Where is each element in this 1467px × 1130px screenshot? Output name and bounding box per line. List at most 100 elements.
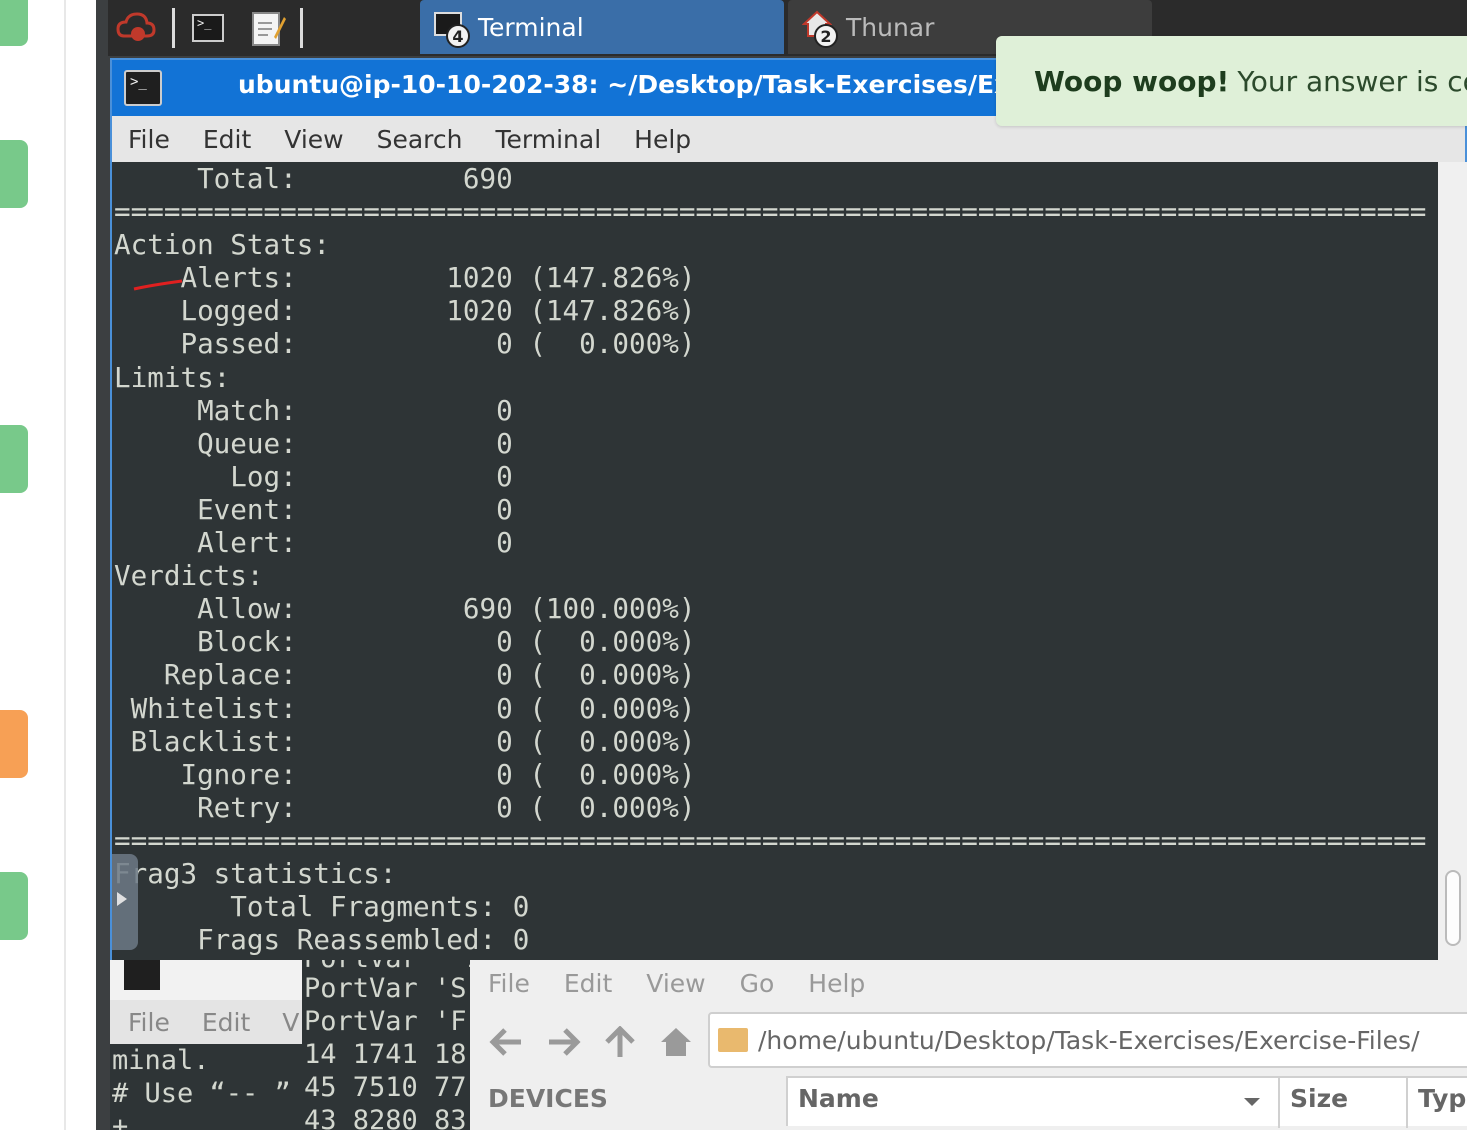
terminal-window-title: ubuntu@ip-10-10-202-38: ~/Desktop/Task-E…: [238, 70, 1106, 99]
panel-separator: [172, 8, 175, 48]
file-list-header: Name Size Typ: [786, 1076, 1467, 1128]
sort-descending-icon: [1244, 1098, 1260, 1106]
terminal-line: Whitelist: 0 ( 0.000%): [114, 691, 696, 725]
file-manager-menubar: File Edit View Go Help: [470, 960, 899, 1006]
column-separator: [1278, 1078, 1280, 1128]
terminal-launcher-icon[interactable]: >_: [186, 6, 230, 50]
column-name[interactable]: Name: [798, 1084, 879, 1113]
terminal-line: Ignore: 0 ( 0.000%): [114, 757, 696, 791]
taskbar-terminal-button[interactable]: 4 Terminal: [420, 0, 784, 54]
terminal-line: Log: 0: [114, 459, 513, 493]
background-terminal-menubar: File Edit V: [110, 1000, 304, 1044]
menu-file[interactable]: File: [488, 969, 530, 998]
terminal-line: Verdicts:: [114, 559, 264, 593]
terminal-app-icon: [124, 960, 160, 990]
output-line: 43 8280 83: [304, 1105, 467, 1130]
success-notification: Woop woop! Your answer is corre: [996, 36, 1467, 126]
menu-search[interactable]: Search: [377, 125, 463, 154]
terminal-line: Event: 0: [114, 492, 513, 526]
location-path: /home/ubuntu/Desktop/Task-Exercises/Exer…: [758, 1025, 1420, 1055]
terminal-line: ========================================…: [114, 823, 1427, 857]
background-terminal-window-2[interactable]: PortVar 'I PortVar 'SPortVar 'F14 1741 1…: [302, 960, 470, 1130]
terminal-line: Block: 0 ( 0.000%): [114, 625, 696, 659]
notification-strong-text: Woop woop!: [1034, 64, 1230, 98]
terminal-line: Alerts: 1020 (147.826%): [114, 261, 696, 295]
output-line: 45 7510 77: [304, 1072, 467, 1103]
side-panel-handle[interactable]: [112, 854, 138, 950]
window-count-badge: 4: [446, 24, 470, 48]
terminal-line: Total Fragments: 0: [114, 890, 530, 924]
terminal-line: Retry: 0 ( 0.000%): [114, 790, 696, 824]
menu-help[interactable]: Help: [808, 969, 865, 998]
menu-terminal[interactable]: Terminal: [495, 125, 601, 154]
background-terminal-window[interactable]: File Edit V minal. # Use “-- ” +: [110, 960, 304, 1130]
menu-help[interactable]: Help: [634, 125, 691, 154]
terminal-line: ========================================…: [114, 195, 1427, 229]
file-manager-window[interactable]: File Edit View Go Help /home/ubuntu/Desk…: [470, 960, 1467, 1130]
output-line: minal.: [112, 1045, 210, 1076]
taskbar-terminal-label: Terminal: [478, 12, 584, 42]
output-line: PortVar 'S: [304, 973, 467, 1004]
menu-file[interactable]: File: [128, 125, 170, 154]
window-count-badge: 2: [814, 24, 838, 48]
terminal-line: Replace: 0 ( 0.000%): [114, 658, 696, 692]
column-type[interactable]: Typ: [1418, 1084, 1466, 1113]
step-marker-5[interactable]: [0, 872, 28, 940]
forward-arrow-icon[interactable]: [544, 1022, 584, 1062]
terminal-window[interactable]: >_ ubuntu@ip-10-10-202-38: ~/Desktop/Tas…: [110, 58, 1467, 960]
menu-file[interactable]: File: [128, 1008, 170, 1037]
terminal-line: Allow: 690 (100.000%): [114, 592, 696, 626]
taskbar-thunar-label: Thunar: [846, 12, 935, 42]
terminal-line: Limits:: [114, 360, 231, 394]
strip-divider: [64, 0, 66, 1130]
menu-view[interactable]: View: [646, 969, 705, 998]
terminal-line: Blacklist: 0 ( 0.000%): [114, 724, 696, 758]
terminal-group-icon: 4: [434, 10, 470, 48]
step-marker-2[interactable]: [0, 140, 28, 208]
menu-view[interactable]: View: [284, 125, 343, 154]
step-marker-3[interactable]: [0, 425, 28, 493]
step-marker-4[interactable]: [0, 710, 28, 778]
output-line: 14 1741 18: [304, 1039, 467, 1070]
back-arrow-icon[interactable]: [486, 1022, 526, 1062]
background-terminal-output: PortVar 'S PortVar 'F 14 1741 18 45 7510 77…: [304, 972, 467, 1130]
terminal-output[interactable]: Total: 690 ==============================…: [112, 162, 1438, 960]
terminal-text: Total: 690 ==============================…: [114, 162, 1426, 956]
text-editor-launcher-icon[interactable]: [246, 6, 290, 50]
step-marker-1[interactable]: [0, 0, 28, 46]
menu-edit[interactable]: Edit: [564, 969, 612, 998]
home-folder-icon: 2: [802, 10, 838, 48]
menu-view[interactable]: V: [282, 1008, 299, 1037]
terminal-line: Passed: 0 ( 0.000%): [114, 327, 696, 361]
terminal-line: Total: 690: [114, 162, 513, 195]
sidebar-heading-devices: DEVICES: [488, 1084, 608, 1113]
expand-arrow-icon: [117, 892, 127, 906]
terminal-scrollbar[interactable]: [1438, 162, 1467, 960]
notification-message: Your answer is corre: [1237, 64, 1467, 98]
menu-edit[interactable]: Edit: [203, 125, 251, 154]
column-separator: [1406, 1078, 1408, 1128]
terminal-line: Queue: 0: [114, 426, 513, 460]
cloud-sync-icon[interactable]: [114, 6, 158, 50]
up-arrow-icon[interactable]: [600, 1022, 640, 1062]
terminal-line: Logged: 1020 (147.826%): [114, 294, 696, 328]
terminal-line: Alert: 0: [114, 526, 513, 560]
home-icon[interactable]: [656, 1022, 696, 1062]
menu-edit[interactable]: Edit: [202, 1008, 250, 1037]
output-line: +: [112, 1111, 129, 1130]
page-left-strip: [0, 0, 108, 1130]
output-line: # Use “-- ”: [112, 1078, 291, 1109]
red-annotation-mark: [133, 279, 183, 291]
menu-go[interactable]: Go: [740, 969, 775, 998]
output-line: PortVar 'F: [304, 1006, 467, 1037]
scrollbar-thumb[interactable]: [1445, 870, 1461, 946]
terminal-line: Action Stats:: [114, 228, 330, 262]
panel-separator: [300, 8, 303, 48]
terminal-line: Frags Reassembled: 0: [114, 923, 530, 957]
terminal-line: Frag3 statistics:: [114, 856, 397, 890]
column-size[interactable]: Size: [1290, 1084, 1348, 1113]
location-bar[interactable]: /home/ubuntu/Desktop/Task-Exercises/Exer…: [708, 1012, 1467, 1068]
folder-icon: [718, 1028, 748, 1052]
terminal-app-icon: >_: [124, 70, 162, 106]
background-terminal-output: minal. # Use “-- ” +: [110, 1044, 304, 1130]
